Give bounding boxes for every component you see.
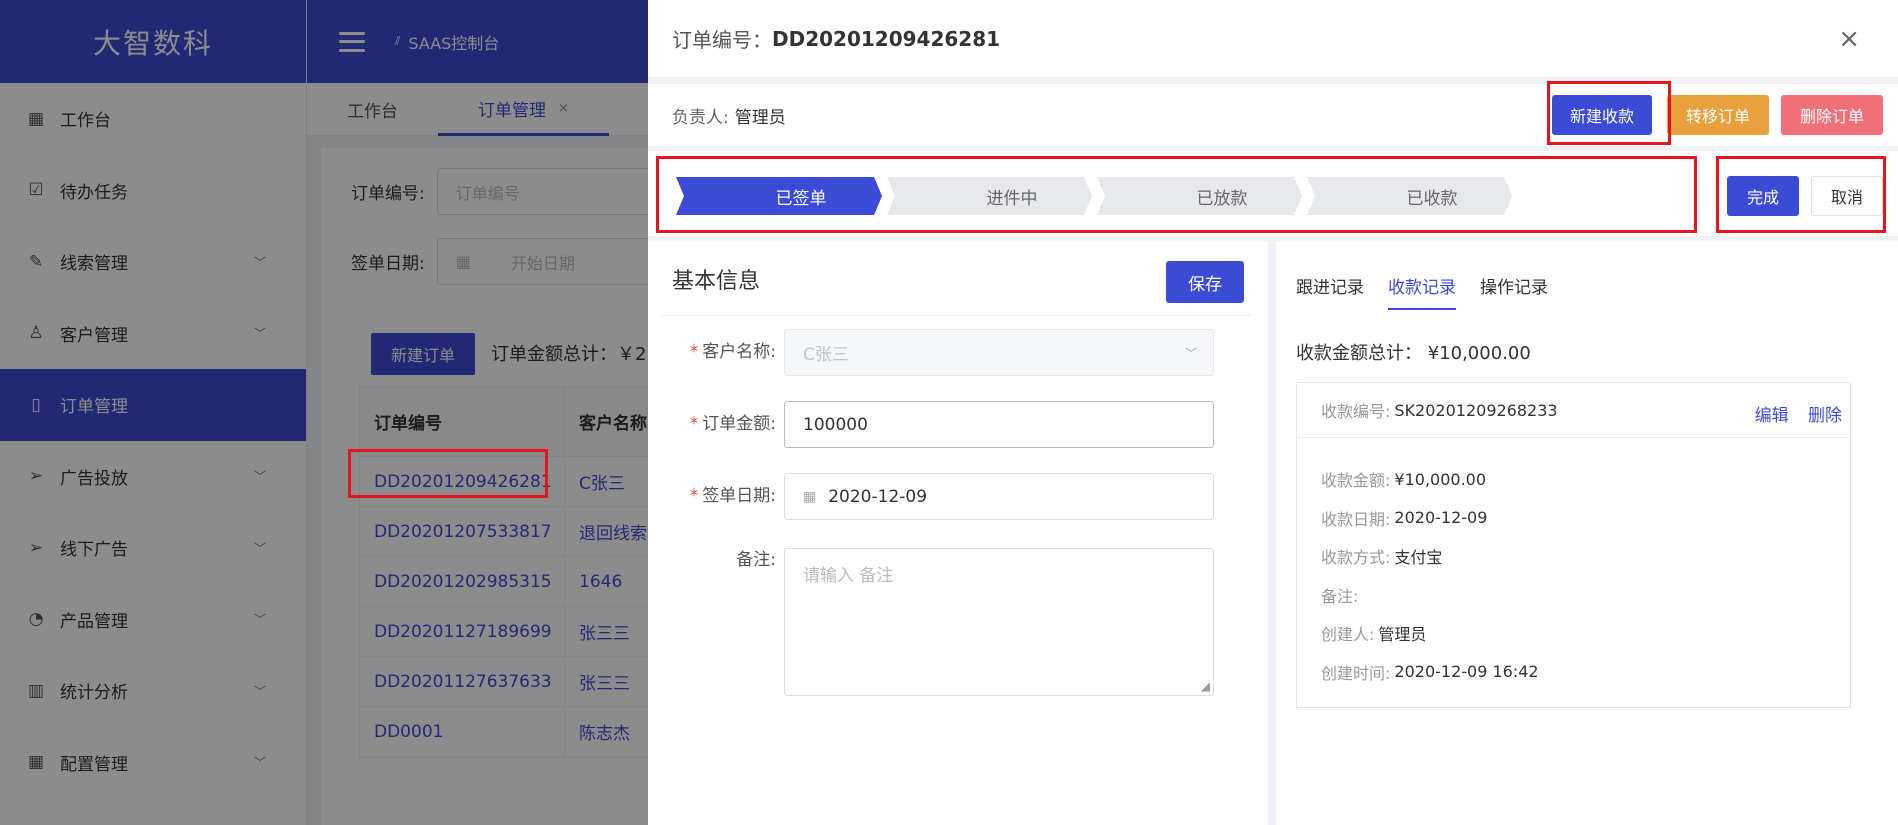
remark-field-row: 备注: 请输入 备注 ◢ [648,548,1214,696]
delete-order-button[interactable]: 删除订单 [1781,95,1883,135]
receipt-total: 收款金额总计： ¥10,000.00 [1296,343,1531,364]
receipt-detail-line: 创建时间: 2020-12-09 16:42 [1297,653,1850,692]
transfer-order-button[interactable]: 转移订单 [1667,95,1769,135]
highlight-order-no [348,449,548,498]
customer-label: * 客户名称: [648,329,784,376]
receipt-card-header: 收款编号: SK20201209268233 编辑 删除 [1297,383,1850,438]
remark-placeholder: 请输入 备注 [803,566,894,586]
receipt-detail-line: 收款日期: 2020-12-09 [1297,499,1850,538]
drawer-header: 订单编号： DD20201209426281 × [648,0,1898,78]
record-tabs: 跟进记录 收款记录 操作记录 [1296,273,1572,310]
detail-value: 2020-12-09 [1394,508,1488,528]
sign-date-value: 2020-12-09 [828,486,928,507]
order-detail-drawer: 订单编号： DD20201209426281 × 负责人: 管理员 新建收款 转… [648,0,1898,825]
amount-field-row: * 订单金额: 100000 [648,401,1214,448]
amount-label-text: 订单金额: [702,414,776,434]
receipt-detail-line: 备注: [1297,576,1850,615]
chevron-down-icon: ﹀ [1184,346,1197,360]
highlight-steps [656,156,1697,233]
required-mark: * [689,486,699,506]
remark-label: 备注: [736,550,776,570]
amount-input[interactable]: 100000 [784,401,1214,448]
highlight-done-cancel [1716,156,1886,233]
receipt-details: 收款金额: ¥10,000.00 收款日期: 2020-12-09 收款方式: 支付宝 备注… [1297,438,1850,691]
detail-value: ¥10,000.00 [1394,469,1487,489]
customer-select[interactable]: C张三 ﹀ [784,329,1214,376]
basic-info-title: 基本信息 [672,269,761,294]
customer-field-row: * 客户名称: C张三 ﹀ [648,329,1214,376]
delete-receipt-link[interactable]: 删除 [1808,406,1842,426]
detail-value: 2020-12-09 16:42 [1394,662,1539,682]
resize-grip-icon[interactable]: ◢ [1201,679,1210,693]
amount-label: * 订单金额: [648,401,784,448]
sign-date-input[interactable]: ▦ 2020-12-09 [784,473,1214,520]
remark-textarea[interactable]: 请输入 备注 ◢ [784,548,1214,696]
calendar-icon: ▦ [803,488,817,505]
tab-follow-records[interactable]: 跟进记录 [1296,273,1364,310]
records-panel: 跟进记录 收款记录 操作记录 收款金额总计： ¥10,000.00 收款编号: … [1276,241,1898,825]
drawer-title-value: DD20201209426281 [772,26,1001,51]
edit-receipt-link[interactable]: 编辑 [1755,406,1789,426]
date-label-text: 签单日期: [702,486,776,506]
receipt-detail-line: 创建人: 管理员 [1297,614,1850,653]
detail-key: 收款方式: [1321,548,1391,568]
detail-key: 创建人: [1321,625,1375,645]
divider [662,315,1254,316]
detail-key: 收款日期: [1321,509,1391,529]
highlight-new-receipt [1547,81,1671,145]
drawer-title-label: 订单编号： [672,28,772,52]
detail-value: 管理员 [1378,625,1427,645]
receipt-actions: 编辑 删除 [1741,401,1842,426]
close-icon[interactable]: × [1838,26,1860,52]
required-mark: * [689,414,699,434]
tab-operation-records[interactable]: 操作记录 [1480,273,1548,310]
basic-info-panel: 基本信息 保存 * 客户名称: C张三 ﹀ * 订单金额: 100000 * 签单日期… [648,241,1268,825]
owner-label: 负责人: [672,107,729,128]
detail-key: 收款金额: [1321,471,1391,491]
customer-value: C张三 [803,345,849,365]
receipt-detail-line: 收款方式: 支付宝 [1297,537,1850,576]
receipt-no-value: SK20201209268233 [1394,400,1558,420]
receipt-card: 收款编号: SK20201209268233 编辑 删除 收款金额: ¥10,00… [1296,382,1851,708]
receipt-no-label: 收款编号: [1321,402,1391,421]
required-mark: * [689,342,699,362]
owner-value: 管理员 [734,107,786,128]
tab-receipt-records[interactable]: 收款记录 [1388,273,1456,310]
detail-value: 支付宝 [1394,548,1443,568]
date-field-row: * 签单日期: ▦ 2020-12-09 [648,473,1214,520]
detail-key: 创建时间: [1321,663,1391,683]
save-button[interactable]: 保存 [1166,261,1244,303]
receipt-detail-line: 收款金额: ¥10,000.00 [1297,460,1850,499]
detail-key: 备注: [1321,586,1359,606]
date-label: * 签单日期: [648,473,784,520]
customer-label-text: 客户名称: [702,342,776,362]
